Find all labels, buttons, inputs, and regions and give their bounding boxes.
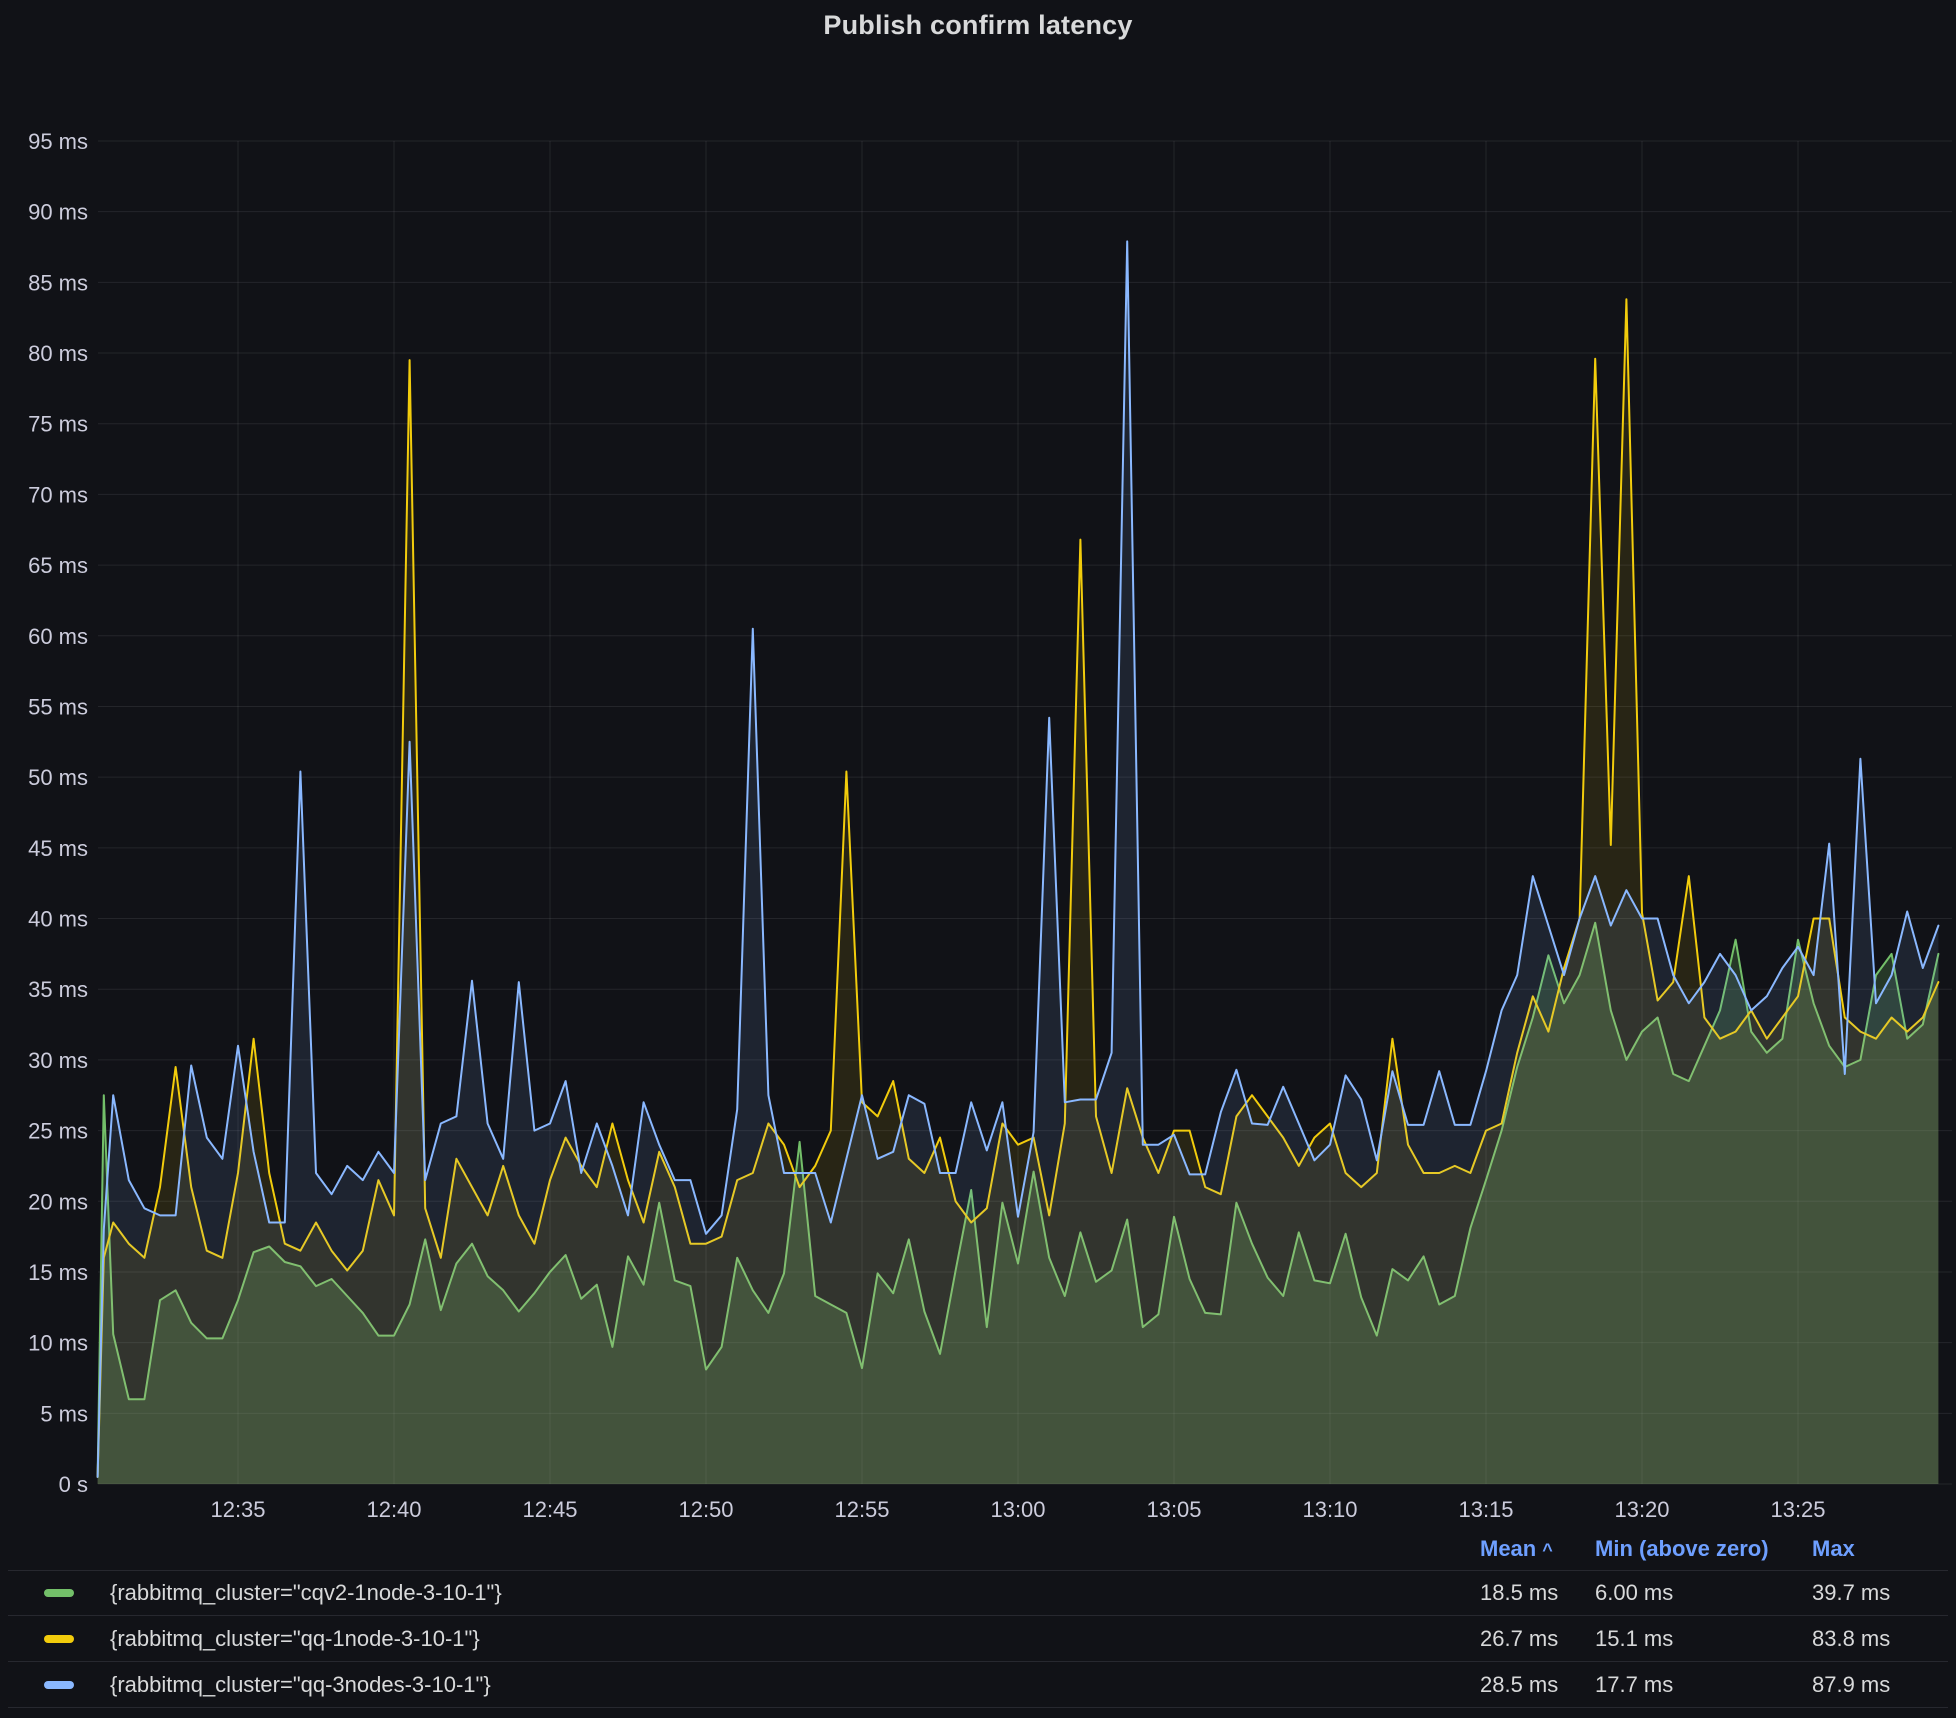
y-axis-tick-label: 25 ms (28, 1119, 88, 1144)
legend-table: Mean^ Min (above zero) Max {rabbitmq_clu… (0, 1526, 1956, 1708)
series-label[interactable]: {rabbitmq_cluster="qq-1node-3-10-1"} (110, 1626, 480, 1652)
legend-sort-mean[interactable]: Mean^ (1480, 1536, 1553, 1562)
x-axis-tick-label: 12:35 (210, 1497, 265, 1522)
x-axis-tick-label: 13:10 (1302, 1497, 1357, 1522)
latency-chart-plot-area[interactable]: 0 s 5 ms 10 ms 15 ms 20 ms 25 ms 30 ms 35 ms 40 … (0, 0, 1956, 1526)
y-axis-tick-label: 35 ms (28, 977, 88, 1002)
series-label[interactable]: {rabbitmq_cluster="cqv2-1node-3-10-1"} (110, 1580, 502, 1606)
legend-header-row: Mean^ Min (above zero) Max (0, 1526, 1956, 1570)
x-axis-tick-label: 12:40 (366, 1497, 421, 1522)
x-axis-tick-label: 12:55 (834, 1497, 889, 1522)
x-axis-tick-label: 13:20 (1614, 1497, 1669, 1522)
series-mean-value: 28.5 ms (1480, 1672, 1558, 1698)
y-axis-tick-label: 80 ms (28, 341, 88, 366)
legend-row-qq-3nodes: {rabbitmq_cluster="qq-3nodes-3-10-1"} 28… (0, 1662, 1956, 1708)
series-max-value: 39.7 ms (1812, 1580, 1890, 1606)
y-axis-tick-label: 85 ms (28, 270, 88, 295)
series-min-value: 17.7 ms (1595, 1672, 1673, 1698)
series-color-swatch[interactable] (44, 1635, 74, 1643)
y-axis-tick-label: 5 ms (40, 1401, 88, 1426)
y-axis-tick-label: 60 ms (28, 624, 88, 649)
y-axis-tick-label: 50 ms (28, 765, 88, 790)
y-axis-tick-label: 10 ms (28, 1331, 88, 1356)
legend-sort-min[interactable]: Min (above zero) (1595, 1536, 1769, 1562)
grafana-panel: Publish confirm latency 0 s5 ms10 ms15 m… (0, 0, 1956, 1718)
series-min-value: 15.1 ms (1595, 1626, 1673, 1652)
series-min-value: 6.00 ms (1595, 1580, 1673, 1606)
series-mean-value: 18.5 ms (1480, 1580, 1558, 1606)
x-axis-tick-label: 13:05 (1146, 1497, 1201, 1522)
y-axis-tick-label: 45 ms (28, 836, 88, 861)
y-axis-tick-label: 75 ms (28, 412, 88, 437)
sort-ascending-icon: ^ (1542, 1540, 1553, 1560)
series-max-value: 83.8 ms (1812, 1626, 1890, 1652)
x-axis-tick-label: 13:00 (990, 1497, 1045, 1522)
x-axis-tick-label: 12:50 (678, 1497, 733, 1522)
y-axis-tick-label: 15 ms (28, 1260, 88, 1285)
legend-row-qq-1node: {rabbitmq_cluster="qq-1node-3-10-1"} 26.… (0, 1616, 1956, 1662)
y-axis-tick-label: 70 ms (28, 482, 88, 507)
y-axis-tick-label: 30 ms (28, 1048, 88, 1073)
series-label[interactable]: {rabbitmq_cluster="qq-3nodes-3-10-1"} (110, 1672, 491, 1698)
series-mean-value: 26.7 ms (1480, 1626, 1558, 1652)
series-color-swatch[interactable] (44, 1681, 74, 1689)
legend-sort-max[interactable]: Max (1812, 1536, 1855, 1562)
x-axis-tick-label: 13:15 (1458, 1497, 1513, 1522)
x-axis-tick-label: 13:25 (1770, 1497, 1825, 1522)
series-color-swatch[interactable] (44, 1589, 74, 1597)
y-axis-tick-label: 40 ms (28, 907, 88, 932)
y-axis-tick-label: 55 ms (28, 694, 88, 719)
y-axis-tick-label: 20 ms (28, 1189, 88, 1214)
legend-row-cqv2-1node: {rabbitmq_cluster="cqv2-1node-3-10-1"} 1… (0, 1570, 1956, 1616)
y-axis-tick-label: 95 ms (28, 129, 88, 154)
y-axis-tick-label: 90 ms (28, 200, 88, 225)
y-axis-tick-label: 65 ms (28, 553, 88, 578)
legend-separator (8, 1707, 1948, 1708)
series-max-value: 87.9 ms (1812, 1672, 1890, 1698)
y-axis-tick-label: 0 s (59, 1472, 88, 1497)
x-axis-tick-label: 12:45 (522, 1497, 577, 1522)
